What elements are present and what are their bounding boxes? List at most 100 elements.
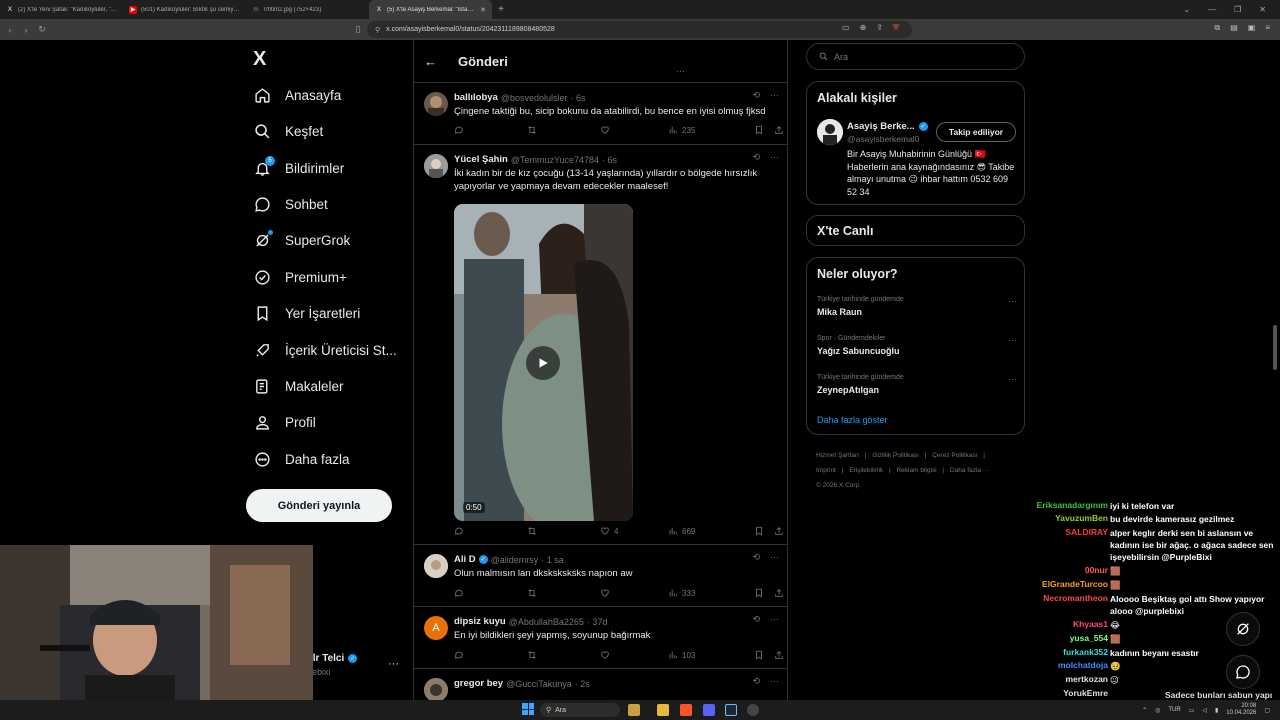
tweet-handle[interactable]: @alidemrsy [491,555,539,565]
tweet[interactable]: gregor bey @GucciTakunya · 2s ⟲ ··· [414,669,787,700]
brave-browser-icon[interactable] [680,704,692,716]
nav-item-home[interactable]: Anasayfa [253,83,341,107]
volume-icon[interactable]: ◁ [1202,707,1207,714]
share-tweet-icon[interactable] [774,125,784,135]
footer-link[interactable]: Çerez Politikası [932,452,977,459]
wallet-icon[interactable]: ▣ [1248,23,1256,33]
cast-icon[interactable]: ▭ [842,23,850,33]
tweet-time[interactable]: · 1 sa [541,555,564,565]
account-more-icon[interactable]: ··· [388,658,399,670]
x-live-card[interactable]: X'te Canlı [806,215,1025,246]
nav-item-creator-studio[interactable]: İçerik Üreticisi St... [253,338,397,362]
grok-explain-icon[interactable]: ⟲ [752,90,760,101]
views-icon[interactable]: 103 [668,650,748,660]
related-person-handle[interactable]: @asayisberkemal0 [847,134,919,144]
nav-item-articles[interactable]: Makaleler [253,374,344,398]
reply-icon[interactable] [454,125,527,135]
retweet-icon[interactable] [527,526,600,536]
tweet-time[interactable]: · 6s [602,155,617,165]
footer-link[interactable]: Daha fazla ··· [950,467,989,474]
footer-link[interactable]: Imprint [816,467,836,474]
tweet-handle[interactable]: @GucciTakunya [506,679,572,689]
tweet-handle[interactable]: @TemmuzYuce74784 [511,155,599,165]
tweet-author[interactable]: ballılobya [454,92,498,103]
back-arrow-icon[interactable]: ← [424,54,444,69]
steam-icon[interactable] [725,704,737,716]
share-tweet-icon[interactable] [774,588,784,598]
tweet-time[interactable]: · 37d [587,617,608,627]
grok-explain-icon[interactable]: ⟲ [752,676,760,687]
more-icon[interactable]: ··· [770,614,779,625]
avatar[interactable] [424,554,448,578]
tweet-author[interactable]: Yücel Şahin [454,154,508,165]
sidebar-icon[interactable]: ▤ [1230,23,1238,33]
account-switcher[interactable]: ılr Telci ✓ lebixi [310,653,358,677]
like-icon[interactable]: 4 [600,526,668,536]
tweet[interactable]: Yücel Şahin @TemmuzYuce74784 · 6s ⟲ ··· İ… [414,145,787,545]
minimize-icon[interactable]: — [1208,5,1216,14]
grok-float-button[interactable] [1226,612,1260,646]
nav-item-profile[interactable]: Profil [253,410,316,434]
page-scrollbar[interactable] [1273,325,1277,370]
tweet-time[interactable]: · 2s [575,679,590,689]
restore-icon[interactable]: ❐ [1234,5,1241,14]
grok-explain-icon[interactable]: ⟲ [752,614,760,625]
forward-icon[interactable]: › [18,25,34,35]
notifications-icon[interactable]: ▢ [1264,707,1270,714]
search-input[interactable]: Ara [806,43,1025,70]
tray-chevron-icon[interactable]: ⌃ [1142,707,1147,714]
tweet-author[interactable]: gregor bey [454,678,503,689]
tweet-author[interactable]: dipsiz kuyu [454,616,506,627]
show-more-link[interactable]: Daha fazla göster [817,415,888,425]
avatar[interactable]: A [424,616,448,640]
site-info-icon[interactable]: ⚲ [375,26,380,34]
taskbar-clock[interactable]: 20:08 10.04.2026 [1226,703,1256,717]
nav-item-bookmarks[interactable]: Yer İşaretleri [253,301,360,325]
retweet-icon[interactable] [527,588,600,598]
network-icon[interactable]: ▭ [1189,707,1195,714]
like-icon[interactable] [600,125,668,135]
bookmark-page-icon[interactable]: ▯ [350,24,366,35]
grok-explain-icon[interactable]: ⟲ [752,152,760,163]
reply-icon[interactable] [454,650,527,660]
nav-item-explore[interactable]: Keşfet [253,119,323,143]
more-icon[interactable]: ··· [770,552,779,563]
nav-item-supergrok[interactable]: SuperGrok [253,228,350,252]
trend-item[interactable]: Spor · Gündemdekiler Yağız Sabuncuoğlu ·… [817,335,1017,356]
related-person-name[interactable]: Asayiş Berke... ✓ [847,121,928,132]
x-logo[interactable]: X [253,48,266,71]
retweet-icon[interactable] [527,650,600,660]
share-tweet-icon[interactable] [774,526,784,536]
like-icon[interactable] [600,588,668,598]
more-icon[interactable]: ··· [1008,335,1017,345]
reply-icon[interactable] [454,588,527,598]
tweet-video[interactable]: 0:50 [454,204,633,521]
tweet-handle[interactable]: @AbdullahBa2265 [509,617,584,627]
tweet-time[interactable]: · 6s [571,93,586,103]
more-icon[interactable]: ··· [1008,374,1017,384]
more-icon[interactable]: ··· [1008,296,1017,306]
bookmark-tweet-icon[interactable] [754,588,764,598]
avatar[interactable] [424,92,448,116]
tweet[interactable]: Ali D ✓ @alidemrsy · 1 sa ⟲ ··· Olun malm… [414,545,787,607]
share-tweet-icon[interactable] [774,650,784,660]
chevron-down-icon[interactable]: ⌄ [1183,5,1190,14]
retweet-icon[interactable] [527,125,600,135]
reply-icon[interactable] [454,526,527,536]
more-icon[interactable]: ··· [770,676,779,687]
browser-tab[interactable]: X (2) X'te Yeni Şafak: "Kadıköylüler, "Ra [0,0,123,19]
messages-float-button[interactable] [1226,655,1260,689]
file-explorer-icon[interactable] [657,704,669,716]
views-icon[interactable]: 235 [668,125,748,135]
nav-item-premium[interactable]: Premium+ [253,265,347,289]
battery-icon[interactable]: ▮ [1215,707,1218,714]
views-icon[interactable]: 669 [668,526,748,536]
more-icon[interactable]: ··· [770,152,779,163]
tweet-handle[interactable]: @bosvedolulsler [501,93,568,103]
footer-link[interactable]: Erişilebilirlik [849,467,883,474]
like-icon[interactable] [600,650,668,660]
close-tab-icon[interactable]: ✕ [480,6,486,14]
tweet[interactable]: ballılobya @bosvedolulsler · 6s ⟲ ··· Çin… [414,83,787,145]
reload-icon[interactable]: ↻ [34,24,50,35]
zoom-icon[interactable]: ⊕ [860,23,867,33]
